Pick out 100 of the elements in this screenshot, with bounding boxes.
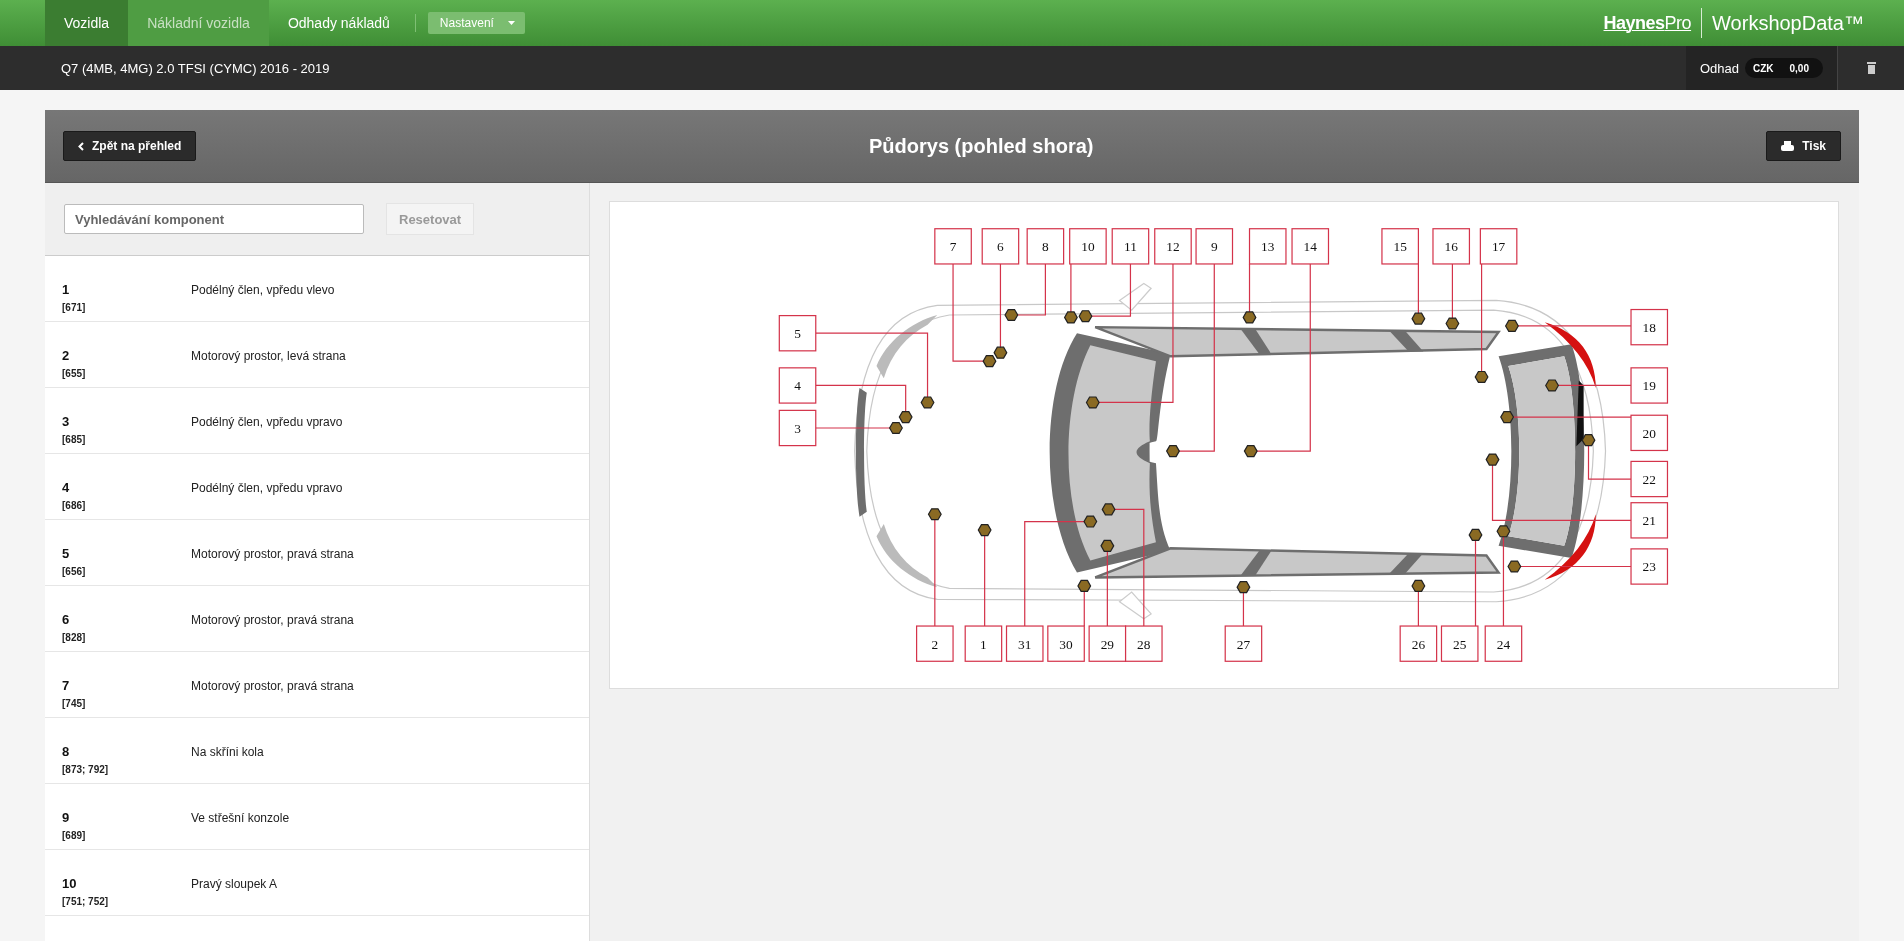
location-marker[interactable] (888, 421, 903, 435)
location-marker[interactable] (1496, 525, 1511, 538)
printer-icon (1781, 141, 1795, 151)
callout-label[interactable]: 8 (1026, 228, 1065, 265)
location-marker[interactable] (1004, 308, 1019, 322)
nav-tab[interactable]: Vozidla (45, 0, 129, 46)
component-number: 5 (62, 546, 71, 561)
window-pillar-drawing (1241, 550, 1272, 575)
window-pillar-drawing (1241, 329, 1272, 354)
component-location: Motorový prostor, pravá strana (191, 546, 354, 561)
location-marker[interactable] (977, 523, 992, 537)
component-number: 1 (62, 282, 71, 297)
location-marker[interactable] (1077, 579, 1092, 592)
callout-label[interactable]: 7 (934, 228, 972, 265)
location-marker[interactable] (1085, 396, 1100, 409)
callout-label[interactable]: 2 (916, 625, 954, 662)
product-name: WorkshopData™ (1712, 11, 1864, 35)
callout-label[interactable]: 21 (1630, 502, 1669, 539)
callout-label[interactable]: 4 (778, 367, 817, 404)
component-location: Podélný člen, vpředu vpravo (191, 480, 343, 495)
location-marker[interactable] (1504, 319, 1519, 332)
callout-label[interactable]: 27 (1224, 625, 1263, 662)
tail-light-drawing (1544, 322, 1596, 388)
callout-label[interactable]: 3 (778, 409, 817, 447)
location-marker[interactable] (993, 346, 1008, 359)
component-number: 7 (62, 678, 71, 693)
callout-label[interactable]: 15 (1381, 228, 1419, 265)
callout-label[interactable]: 6 (981, 228, 1020, 265)
location-marker[interactable] (1100, 539, 1115, 552)
location-marker[interactable] (920, 396, 935, 409)
location-marker[interactable] (1236, 581, 1251, 594)
location-marker[interactable] (1445, 317, 1460, 330)
location-marker[interactable] (1474, 370, 1489, 384)
callout-label[interactable]: 24 (1484, 625, 1523, 662)
component-location: Na skříni kola (191, 744, 264, 759)
location-marker[interactable] (1165, 445, 1180, 458)
vehicle-name: Q7 (4MB, 4MG) 2.0 TFSI (CYMC) 2016 - 2019 (61, 60, 330, 76)
location-marker[interactable] (1485, 453, 1500, 466)
component-number: 10 (62, 876, 78, 891)
callout-label[interactable]: 14 (1291, 228, 1330, 265)
component-number: 8 (62, 744, 71, 759)
callout-label[interactable]: 31 (1005, 625, 1044, 662)
brand-logo: HaynesPro (1603, 12, 1692, 34)
callout-label[interactable]: 25 (1440, 625, 1479, 662)
callout-label[interactable]: 29 (1088, 625, 1127, 662)
location-marker[interactable] (982, 355, 997, 368)
callout-label[interactable]: 13 (1248, 228, 1287, 265)
page-title: Půdorys (pohled shora) (869, 134, 1094, 158)
callout-label[interactable]: 1 (964, 625, 1003, 662)
search-field[interactable]: Vyhledávání komponent (64, 204, 364, 234)
caret-icon (507, 21, 515, 25)
location-marker[interactable] (1500, 410, 1515, 424)
callout-label[interactable]: 9 (1195, 228, 1234, 265)
location-marker[interactable] (898, 410, 913, 424)
location-marker[interactable] (1581, 434, 1596, 447)
back-button[interactable]: Zpět na přehled (63, 131, 197, 161)
callout-label[interactable]: 18 (1630, 308, 1669, 346)
component-number: 3 (62, 414, 71, 429)
callout-label[interactable]: 10 (1069, 228, 1107, 265)
callout-label[interactable]: 28 (1125, 625, 1163, 662)
component-codes: [655] (62, 368, 87, 379)
location-marker[interactable] (1468, 528, 1483, 541)
mirror-drawing (1118, 282, 1153, 311)
location-marker[interactable] (1083, 515, 1098, 528)
estimate-label: Odhad (1699, 60, 1739, 76)
mirror-drawing (1118, 591, 1153, 620)
headlight-drawing (876, 315, 938, 379)
callout-label[interactable]: 16 (1432, 228, 1471, 265)
window-pillar-drawing (1389, 330, 1424, 352)
callout-label[interactable]: 17 (1479, 228, 1518, 265)
location-marker[interactable] (1243, 445, 1258, 458)
component-codes: [745] (62, 698, 87, 709)
print-button[interactable]: Tisk (1766, 131, 1841, 161)
location-marker[interactable] (1078, 310, 1093, 323)
callout-label[interactable]: 12 (1154, 228, 1192, 265)
callout-label[interactable]: 5 (778, 315, 817, 352)
location-marker[interactable] (1101, 503, 1116, 516)
callout-label[interactable]: 30 (1047, 625, 1085, 662)
chevron-left-icon (78, 141, 84, 151)
callout-label[interactable]: 23 (1630, 548, 1669, 585)
callout-label[interactable]: 22 (1630, 460, 1669, 498)
component-codes: [828] (62, 632, 87, 643)
trash-icon[interactable] (1866, 62, 1876, 74)
window-pillar-drawing (1389, 553, 1424, 574)
location-marker[interactable] (1063, 311, 1078, 324)
component-number: 4 (62, 480, 71, 495)
callout-label[interactable]: 20 (1630, 414, 1669, 452)
callout-label[interactable]: 26 (1399, 625, 1438, 662)
component-codes: [689] (62, 830, 87, 841)
component-location: Motorový prostor, levá strana (191, 348, 346, 363)
component-number: 6 (62, 612, 71, 627)
component-location: Motorový prostor, pravá strana (191, 612, 354, 627)
headlight-drawing (876, 524, 938, 588)
location-marker[interactable] (1507, 560, 1522, 573)
callout-label[interactable]: 19 (1630, 367, 1669, 404)
callout-label[interactable]: 11 (1111, 228, 1150, 265)
location-marker[interactable] (927, 508, 942, 521)
location-marker[interactable] (1545, 379, 1560, 392)
component-codes: [873; 792] (62, 764, 110, 775)
component-location: Ve střešní konzole (191, 810, 290, 825)
